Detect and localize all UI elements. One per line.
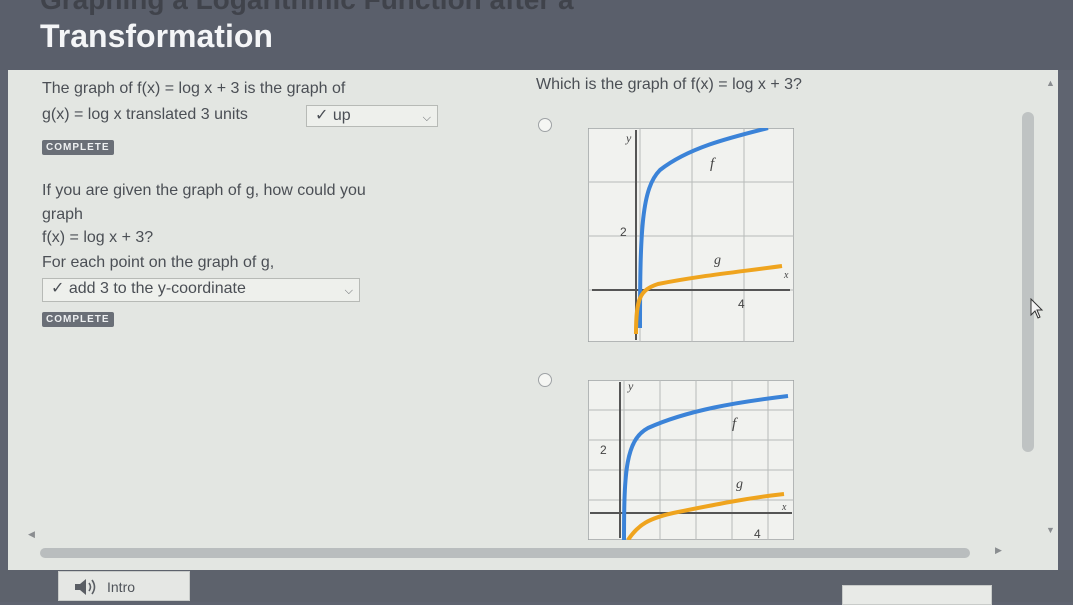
scroll-left-arrow[interactable]: ◀	[28, 529, 35, 540]
point-transform-dropdown[interactable]: ✓ add 3 to the y-coordinate ⌵	[42, 278, 360, 302]
horizontal-scrollbar-thumb[interactable]	[40, 548, 970, 558]
intro-button[interactable]: Intro	[58, 571, 190, 601]
chevron-down-icon: ⌵	[422, 112, 431, 124]
speaker-icon	[75, 579, 96, 595]
q2-text-line2: graph	[42, 206, 83, 223]
answer-option-2-radio[interactable]	[538, 373, 552, 387]
answer-option-2-graph[interactable]: y x f g 2 4	[588, 380, 794, 540]
q2-text-line4: For each point on the graph of g,	[42, 254, 275, 271]
chevron-down-icon: ⌵	[344, 285, 353, 297]
x-tick-label: 4	[738, 297, 745, 311]
complete-badge: COMPLETE	[42, 312, 114, 327]
y-tick-label: 2	[620, 225, 627, 239]
x-axis-label: x	[781, 502, 787, 513]
intro-label: Intro	[107, 579, 136, 595]
y-axis-label: y	[627, 380, 634, 393]
scroll-right-arrow[interactable]: ▶	[995, 545, 1002, 556]
scroll-up-arrow[interactable]: ▲	[1046, 78, 1055, 88]
y-tick-label: 2	[600, 443, 607, 457]
q1-text-line1: The graph of f(x) = log x + 3 is the gra…	[42, 80, 346, 97]
translation-direction-dropdown[interactable]: ✓ up ⌵	[306, 105, 438, 127]
q2-text-line1: If you are given the graph of g, how cou…	[42, 182, 366, 199]
y-axis-label: y	[625, 131, 632, 145]
lesson-header: Graphing a Logarithmic Function after a …	[0, 0, 1073, 70]
x-axis-label: x	[783, 270, 789, 281]
lesson-title: Transformation	[40, 18, 273, 54]
answer-option-1-radio[interactable]	[538, 118, 552, 132]
g-curve-label: g	[736, 477, 743, 492]
dropdown-selected-value: ✓ up	[315, 107, 351, 124]
g-curve-label: g	[714, 253, 721, 268]
q2-text-line3: f(x) = log x + 3?	[42, 229, 154, 246]
x-tick-label: 4	[754, 527, 761, 540]
q3-prompt: Which is the graph of f(x) = log x + 3?	[536, 76, 802, 93]
lesson-title-line1: Graphing a Logarithmic Function after a	[40, 0, 574, 16]
done-button[interactable]	[842, 585, 992, 605]
complete-badge: COMPLETE	[42, 140, 114, 155]
q1-text-line2: g(x) = log x translated 3 units	[42, 106, 248, 123]
content-panel	[8, 70, 1058, 570]
answer-option-1-graph[interactable]: y x f g 2 4	[588, 128, 794, 342]
vertical-scrollbar-thumb[interactable]	[1022, 112, 1034, 452]
mouse-cursor-icon	[1030, 298, 1044, 319]
scroll-down-arrow[interactable]: ▼	[1046, 525, 1055, 535]
dropdown-selected-value: ✓ add 3 to the y-coordinate	[51, 280, 246, 297]
